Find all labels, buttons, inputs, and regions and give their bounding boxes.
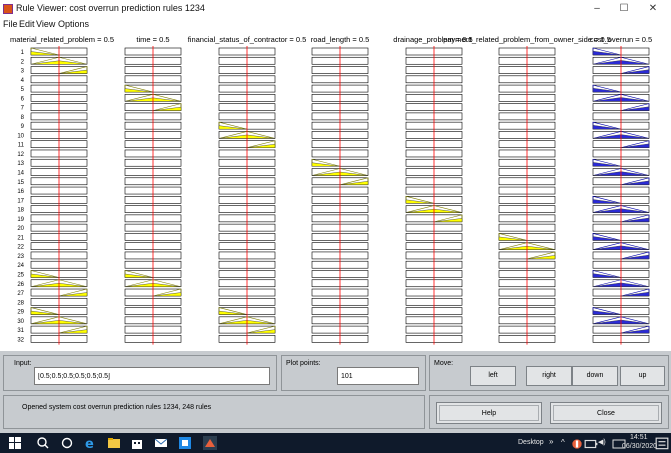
rule-number: 3 <box>21 69 25 75</box>
clock-time[interactable]: 14:51 <box>630 434 648 441</box>
rule-number: 5 <box>21 87 25 93</box>
rule-number: 30 <box>17 319 24 325</box>
menu-edit[interactable]: Edit <box>19 19 35 29</box>
menu-file[interactable]: File <box>3 19 18 29</box>
rule-number: 21 <box>17 235 24 241</box>
minimize-button[interactable]: – <box>587 2 607 16</box>
close-window-button[interactable]: ✕ <box>643 2 663 16</box>
close-button-inner <box>553 405 659 421</box>
rule-number: 8 <box>21 115 25 121</box>
control-panel: Input: Plot points: Move: left right dow… <box>0 351 671 433</box>
move-panel: Move: left right down up <box>429 355 669 391</box>
network-status-icon[interactable] <box>570 437 584 451</box>
rule-viewer-window: Rule Viewer: cost overrun prediction rul… <box>0 0 671 453</box>
taskbar: e Desktop » ^ ◀) 14:51 06/30/2020 <box>0 433 671 453</box>
maximize-button[interactable]: ☐ <box>614 2 634 16</box>
help-button-inner <box>439 405 539 421</box>
rule-number: 25 <box>17 272 24 278</box>
status-text: Opened system cost overrun prediction ru… <box>22 404 212 411</box>
chevron-up-icon[interactable]: ^ <box>561 438 565 447</box>
move-left-button[interactable]: left <box>470 366 516 386</box>
rule-number: 19 <box>17 217 24 223</box>
rule-number: 6 <box>21 96 25 102</box>
app-tile-icon[interactable] <box>178 436 192 450</box>
rule-number: 15 <box>17 180 24 186</box>
desktop-label[interactable]: Desktop <box>518 439 544 446</box>
rule-number: 22 <box>17 245 24 251</box>
help-button[interactable]: Help <box>436 402 542 424</box>
rule-number: 17 <box>17 198 24 204</box>
windows-logo-icon[interactable] <box>8 436 22 450</box>
rule-number: 27 <box>17 291 24 297</box>
rule-number: 13 <box>17 161 24 167</box>
rule-number: 26 <box>17 282 24 288</box>
rule-number: 24 <box>17 263 24 269</box>
rule-number: 16 <box>17 189 24 195</box>
action-panel: Help Close <box>429 395 669 429</box>
store-icon[interactable] <box>130 436 144 450</box>
rule-number: 10 <box>17 133 24 139</box>
rule-number: 31 <box>17 328 24 334</box>
notification-icon[interactable] <box>655 437 669 451</box>
rule-number: 28 <box>17 300 24 306</box>
rule-number: 29 <box>17 310 24 316</box>
volume-icon[interactable]: ◀) <box>598 438 606 446</box>
move-left-label: left <box>488 372 498 379</box>
rule-number: 1 <box>21 50 25 56</box>
input-panel: Input: <box>3 355 277 391</box>
file-explorer-icon[interactable] <box>107 436 121 450</box>
battery-icon[interactable] <box>584 437 598 451</box>
move-label: Move: <box>434 360 454 367</box>
menu-options[interactable]: Options <box>58 19 89 29</box>
rule-number: 20 <box>17 226 24 232</box>
rule-number: 14 <box>17 171 24 177</box>
move-up-button[interactable]: up <box>620 366 665 386</box>
move-down-label: down <box>586 372 604 379</box>
matlab-app-icon <box>3 4 13 14</box>
menu-view[interactable]: View <box>36 19 55 29</box>
rule-number: 12 <box>17 152 24 158</box>
search-icon[interactable] <box>36 436 50 450</box>
input-label: Input: <box>14 360 32 367</box>
svg-text:e: e <box>85 437 94 450</box>
status-panel: Opened system cost overrun prediction ru… <box>3 395 425 429</box>
plot-points-field[interactable] <box>337 367 419 385</box>
matlab-taskbar-icon[interactable] <box>203 436 217 450</box>
task-view-icon[interactable] <box>60 436 74 450</box>
menu-bar: File Edit View Options <box>0 18 671 30</box>
window-title: Rule Viewer: cost overrun prediction rul… <box>16 3 205 13</box>
plot-points-panel: Plot points: <box>281 355 426 391</box>
plot-points-label: Plot points: <box>286 360 321 367</box>
move-right-button[interactable]: right <box>526 366 572 386</box>
move-up-label: up <box>638 372 647 379</box>
close-button[interactable]: Close <box>550 402 662 424</box>
overflow-chevron[interactable]: » <box>549 437 553 446</box>
input-vector-field[interactable] <box>34 367 270 385</box>
rule-number: 11 <box>18 143 25 149</box>
edge-browser-icon[interactable]: e <box>84 436 98 450</box>
rule-number: 18 <box>17 208 24 214</box>
rule-number: 9 <box>21 124 25 130</box>
rules-plot-area: material_related_problem = 0.5 time = 0.… <box>0 30 671 351</box>
clock-date[interactable]: 06/30/2020 <box>622 443 657 450</box>
rule-number: 7 <box>21 106 25 112</box>
rule-number: 23 <box>17 254 24 260</box>
rule-number: 2 <box>21 59 25 65</box>
rule-number: 32 <box>17 337 24 343</box>
rules-grid[interactable]: 1234567891011121314151617181920212223242… <box>0 30 671 351</box>
title-bar: Rule Viewer: cost overrun prediction rul… <box>0 0 671 18</box>
move-right-label: right <box>542 372 556 379</box>
mail-icon[interactable] <box>154 436 168 450</box>
move-down-button[interactable]: down <box>572 366 618 386</box>
rule-number: 4 <box>21 78 25 84</box>
